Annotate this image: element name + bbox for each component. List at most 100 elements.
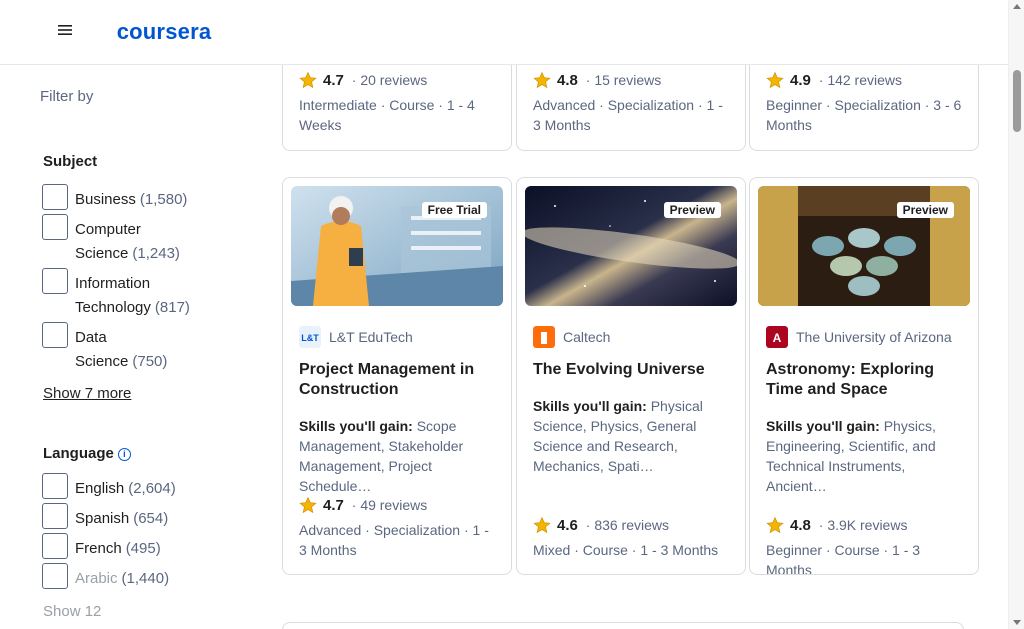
- scrollbar-thumb[interactable]: [1013, 70, 1021, 132]
- rating-value: 4.7: [323, 496, 344, 514]
- option-count: (817): [154, 299, 190, 316]
- rating-value: 4.9: [790, 71, 811, 89]
- review-count: 142 reviews: [827, 72, 903, 88]
- review-count: 3.9K reviews: [827, 517, 908, 533]
- partner-row: Caltech: [533, 326, 610, 348]
- course-meta: Mixed · Course · 1 - 3 Months: [533, 542, 719, 558]
- checkbox[interactable]: [42, 473, 68, 499]
- course-meta: Beginner · Course · 1 - 3 Months: [766, 542, 921, 575]
- star-icon: [299, 71, 317, 89]
- option-label: Arabic: [75, 570, 118, 587]
- option-label: Information: [75, 275, 151, 292]
- partner-row: A The University of Arizona: [766, 326, 952, 348]
- subject-option-computer-science[interactable]: Computer Science (1,243): [42, 214, 180, 266]
- course-meta: Advanced · Specialization · 1 - 3 Months: [533, 97, 723, 133]
- show-more-languages-link[interactable]: Show 12: [43, 603, 101, 620]
- skills-text: Skills you'll gain: Physical Science, Ph…: [533, 396, 733, 476]
- subject-heading: Subject: [43, 153, 98, 170]
- checkbox[interactable]: [42, 184, 68, 210]
- filter-sidebar: Filter by Subject Business (1,580) Comput…: [0, 65, 270, 629]
- star-icon: [533, 516, 551, 534]
- partner-name: The University of Arizona: [796, 329, 952, 345]
- option-label: English: [75, 480, 125, 497]
- rating-value: 4.8: [790, 516, 811, 534]
- skills-text: Skills you'll gain: Physics, Engineering…: [766, 416, 966, 496]
- preview-badge: Preview: [663, 202, 721, 218]
- top-header: coursera: [0, 0, 1008, 65]
- checkbox[interactable]: [42, 503, 68, 529]
- language-option-arabic[interactable]: Arabic (1,440): [42, 563, 170, 591]
- option-count: (495): [125, 540, 161, 557]
- partner-row: L&T L&T EduTech: [299, 326, 413, 348]
- svg-text:L&T: L&T: [301, 333, 319, 343]
- course-meta: Advanced · Specialization · 1 - 3 Months: [299, 522, 489, 558]
- language-option-english[interactable]: English (2,604): [42, 473, 176, 501]
- course-meta: Beginner · Specialization · 3 - 6 Months: [766, 97, 962, 133]
- language-option-spanish[interactable]: Spanish (654): [42, 503, 169, 531]
- course-thumbnail[interactable]: Free Trial: [291, 186, 503, 306]
- option-label: Data: [75, 329, 107, 346]
- rating-value: 4.7: [323, 71, 344, 89]
- university-of-arizona-logo-icon: A: [766, 326, 788, 348]
- course-card-next-row[interactable]: [282, 622, 964, 629]
- partner-logo-icon: L&T: [299, 326, 321, 348]
- course-thumbnail[interactable]: Preview: [758, 186, 970, 306]
- free-trial-badge: Free Trial: [421, 202, 487, 218]
- info-icon[interactable]: i: [117, 447, 131, 461]
- svg-text:A: A: [773, 331, 782, 345]
- menu-button[interactable]: [47, 8, 83, 52]
- star-icon: [299, 496, 317, 514]
- page-scrollbar[interactable]: [1008, 0, 1024, 629]
- show-more-subjects-link[interactable]: Show 7 more: [43, 385, 131, 402]
- course-title[interactable]: Project Management in Construction: [299, 360, 499, 400]
- option-label: Spanish: [75, 510, 130, 527]
- brand-name: coursera: [116, 19, 212, 44]
- subject-option-data-science[interactable]: Data Science (750): [42, 322, 167, 374]
- option-count: (1,580): [139, 191, 188, 208]
- checkbox[interactable]: [42, 322, 68, 348]
- star-icon: [533, 71, 551, 89]
- option-count: (654): [133, 510, 169, 527]
- scroll-up-arrow-icon[interactable]: [1013, 4, 1021, 9]
- skills-label: Skills you'll gain:: [533, 398, 647, 414]
- coursera-logo[interactable]: coursera: [85, 6, 243, 58]
- review-count: 836 reviews: [594, 517, 670, 533]
- partner-name: L&T EduTech: [329, 329, 413, 345]
- option-count: (2,604): [128, 480, 176, 497]
- language-heading: Language i: [43, 445, 131, 462]
- language-option-french[interactable]: French (495): [42, 533, 161, 561]
- partner-name: Caltech: [563, 329, 611, 345]
- star-icon: [766, 516, 784, 534]
- review-count: 49 reviews: [360, 497, 428, 513]
- language-title: Language: [43, 445, 114, 462]
- subject-option-information-technology[interactable]: Information Technology (817): [42, 268, 190, 320]
- checkbox[interactable]: [42, 533, 68, 559]
- skills-text: Skills you'll gain: Scope Management, St…: [299, 416, 499, 496]
- option-label: Computer: [75, 221, 141, 238]
- option-label: French: [75, 540, 122, 557]
- option-label-line2: Science: [75, 245, 129, 262]
- option-count: (1,440): [121, 570, 170, 587]
- course-title[interactable]: The Evolving Universe: [533, 360, 733, 380]
- rating-value: 4.8: [557, 71, 578, 89]
- caltech-logo-icon: [533, 326, 555, 348]
- checkbox[interactable]: [42, 268, 68, 294]
- option-label-line2: Technology: [75, 299, 151, 316]
- option-label-line2: Science: [75, 353, 129, 370]
- subject-option-business[interactable]: Business (1,580): [42, 184, 188, 212]
- course-card-evolving-universe[interactable]: Preview Caltech The Evolving Universe Sk…: [516, 177, 746, 575]
- course-thumbnail[interactable]: Preview: [525, 186, 737, 306]
- checkbox[interactable]: [42, 563, 68, 589]
- scroll-down-arrow-icon[interactable]: [1013, 620, 1021, 625]
- skills-label: Skills you'll gain:: [299, 418, 413, 434]
- star-icon: [766, 71, 784, 89]
- course-card-project-management[interactable]: Free Trial L&T L&T EduTech Project Manag…: [282, 177, 512, 575]
- preview-badge: Preview: [896, 202, 954, 218]
- rating-value: 4.6: [557, 516, 578, 534]
- course-meta: Intermediate · Course · 1 - 4 Weeks: [299, 97, 475, 133]
- filter-by-label: Filter by: [40, 88, 94, 105]
- course-card-astronomy[interactable]: Preview A The University of Arizona Astr…: [749, 177, 979, 575]
- hamburger-menu-icon: [58, 25, 72, 35]
- course-title[interactable]: Astronomy: Exploring Time and Space: [766, 360, 966, 400]
- checkbox[interactable]: [42, 214, 68, 240]
